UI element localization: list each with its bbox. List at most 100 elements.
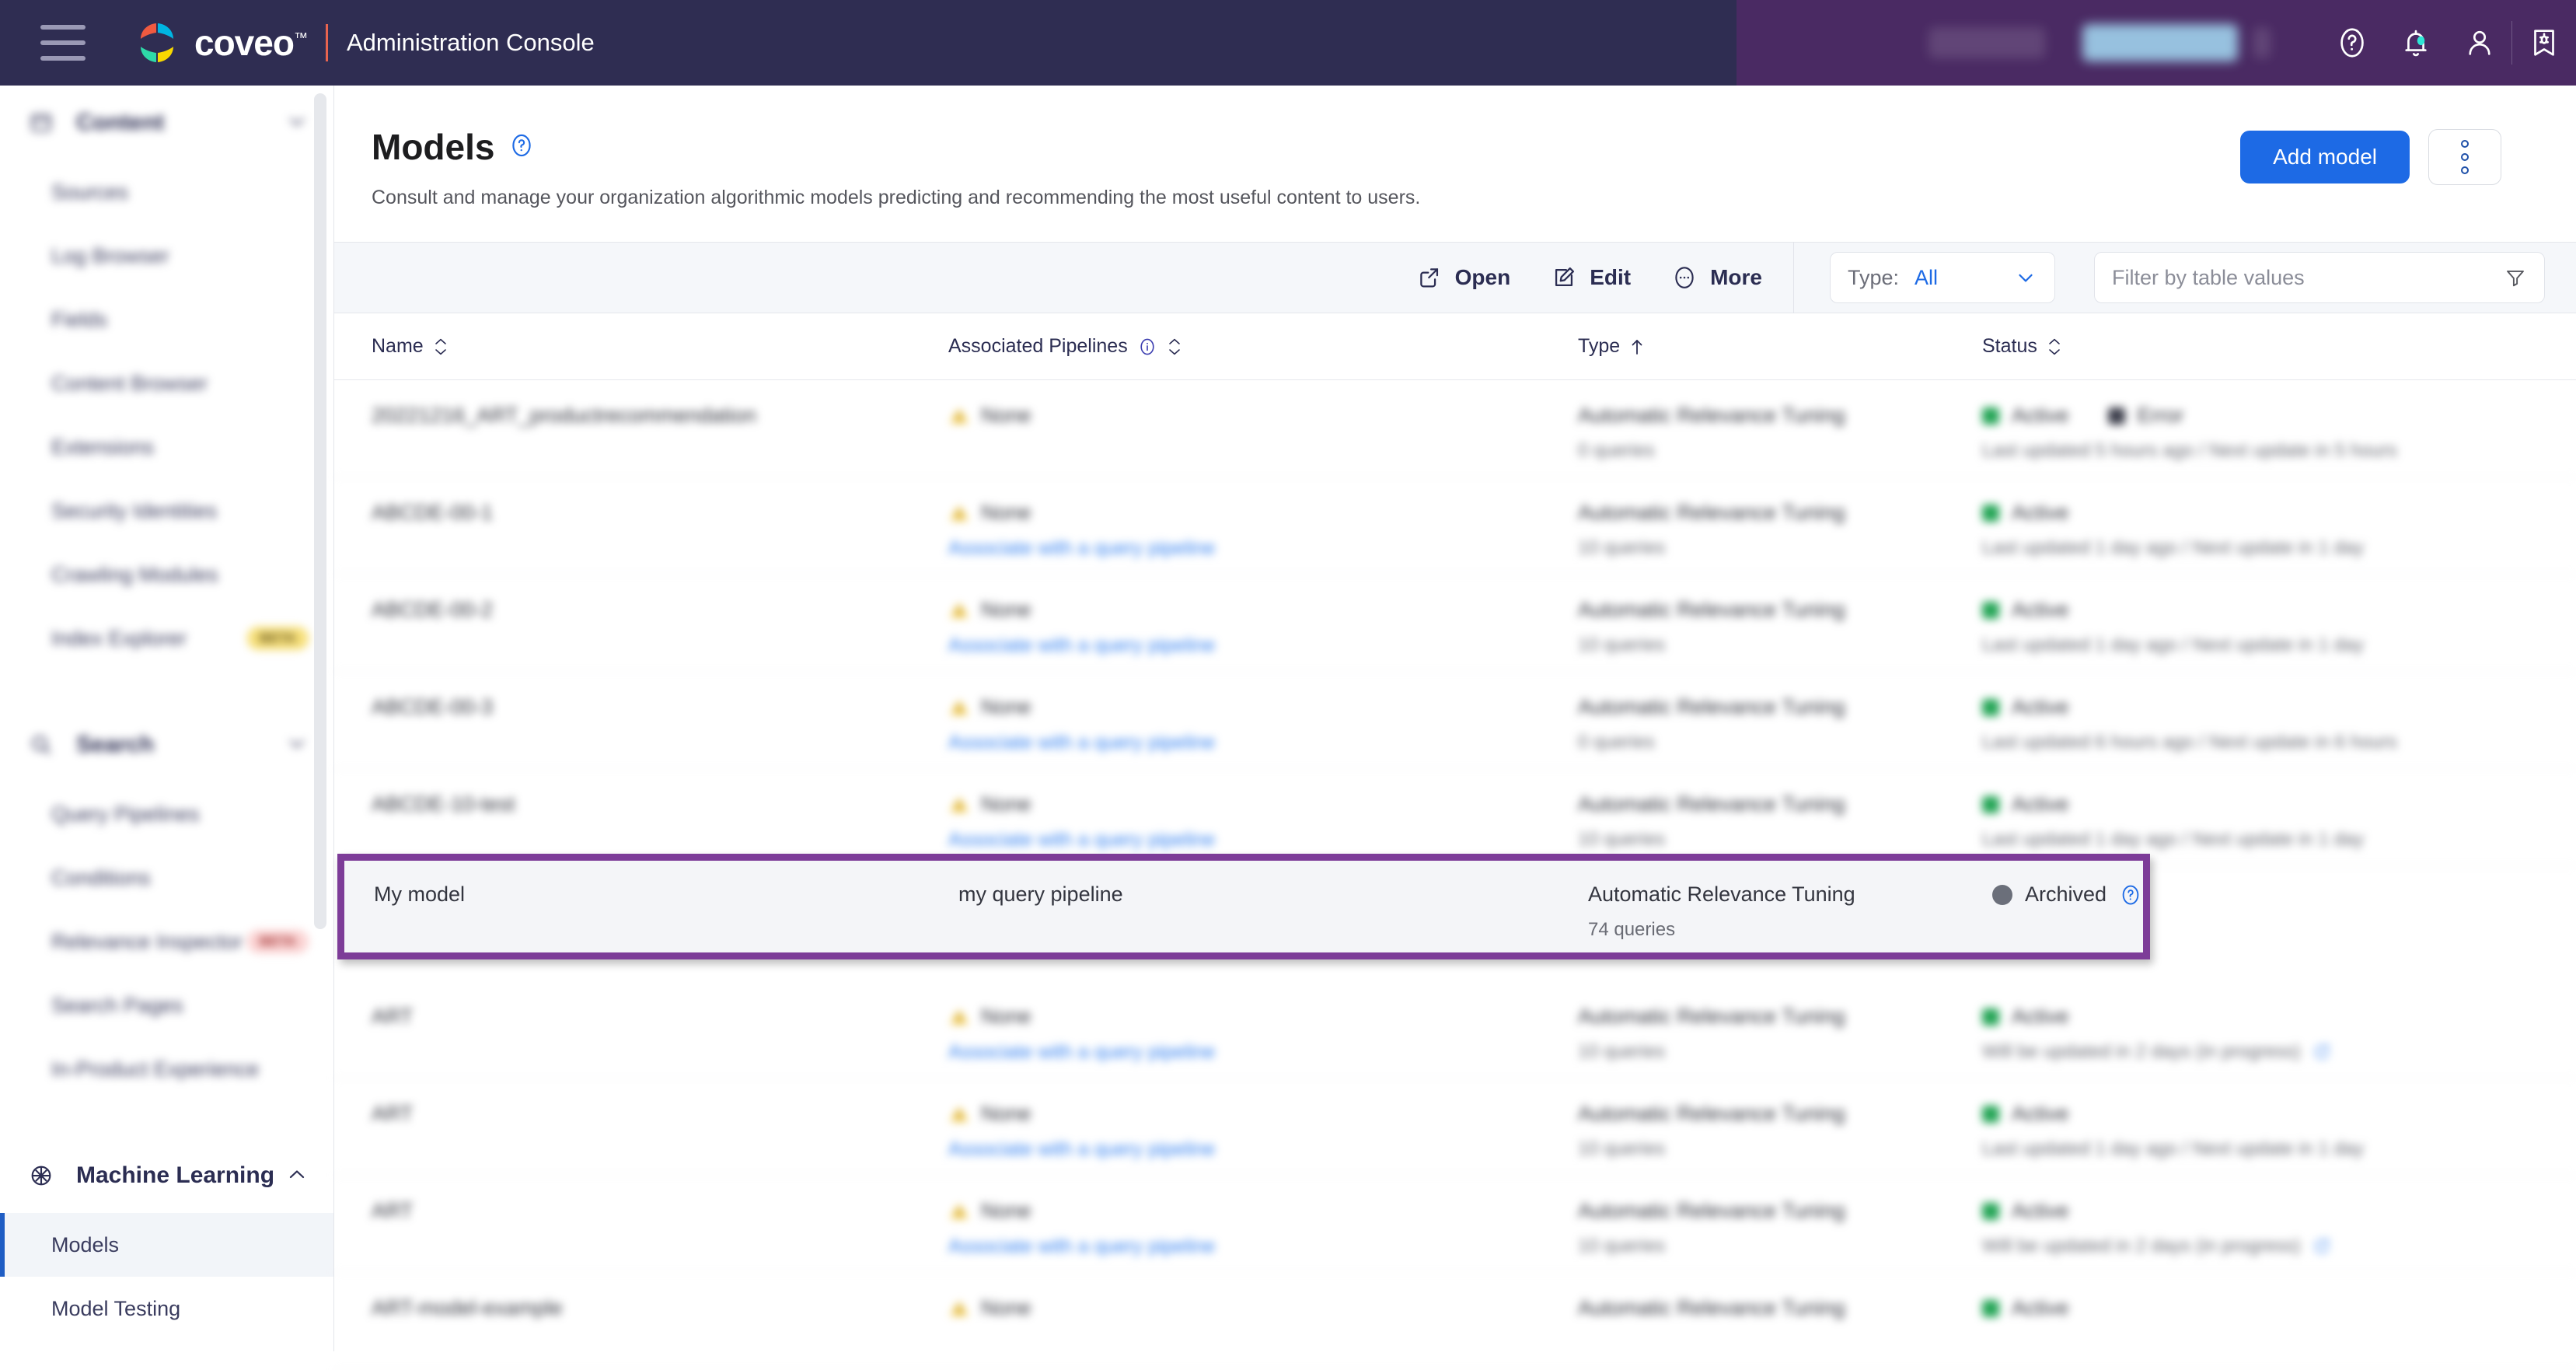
table-row[interactable]: ART-model-example None Automatic Relevance… <box>334 1273 2576 1370</box>
status-detail-text: Will be updated in 2 days (in progress) <box>1982 1235 2301 1256</box>
org-selector-blurred[interactable] <box>1929 27 2045 58</box>
associate-pipeline-link[interactable]: Associate with a query pipeline <box>948 634 1215 657</box>
sidebar-item-crawling-modules[interactable]: Crawling Modules <box>0 543 333 606</box>
info-icon[interactable] <box>1137 337 1157 357</box>
status-line: Active <box>1982 695 2576 719</box>
chevron-down-icon[interactable] <box>285 736 309 754</box>
warning-icon <box>950 505 969 520</box>
sort-toggle-icon[interactable] <box>2047 337 2062 356</box>
cell-associated-pipelines: None Associate with a query pipeline <box>948 1102 1578 1161</box>
status-detail: Last updated 1 day ago / Next update in … <box>1982 537 2576 559</box>
table-row[interactable]: My model my query pipeline Automatic Relev… <box>344 861 2143 952</box>
status-indicator-dot <box>1982 698 1999 716</box>
coveo-wordmark: coveo™ <box>194 23 308 63</box>
in-progress-refresh-icon[interactable] <box>2312 1236 2332 1256</box>
table-row[interactable]: ART None Associate with a query pipeline Au… <box>334 1176 2576 1273</box>
cell-name: ABCDE-00-1 <box>372 501 494 524</box>
cell-name: ART <box>372 1005 414 1028</box>
topbar-extra-blurred[interactable] <box>2253 27 2271 58</box>
page-more-options-button[interactable] <box>2428 129 2501 185</box>
page-help-icon[interactable] <box>508 132 535 163</box>
sidebar-item-relevance-inspector[interactable]: Relevance Inspector BETA <box>0 910 333 973</box>
status-label: Active <box>2012 404 2069 427</box>
filter-funnel-icon[interactable] <box>2504 266 2527 289</box>
open-button-label: Open <box>1454 265 1511 289</box>
sidebar-item-model-testing[interactable]: Model Testing <box>0 1277 333 1340</box>
feedback-bug-icon[interactable] <box>2512 0 2576 86</box>
sidebar-item-label: Fields <box>51 307 108 331</box>
status-detail: Last updated 6 hours ago / Next update i… <box>1982 732 2576 753</box>
table-row[interactable]: ABCDE-00-2 None Associate with a query pip… <box>334 575 2576 672</box>
cell-name: ABCDE-10-test <box>372 792 515 816</box>
sidebar-item-content-browser[interactable]: Content Browser <box>0 351 333 415</box>
sidebar-section-search[interactable]: Search <box>0 708 333 782</box>
hamburger-menu-icon[interactable] <box>40 25 86 61</box>
sidebar-item-conditions[interactable]: Conditions <box>0 846 333 910</box>
pipeline-value: None <box>981 501 1031 524</box>
notification-bell-icon[interactable] <box>2384 0 2448 86</box>
sort-toggle-icon[interactable] <box>1167 337 1182 356</box>
column-header-type[interactable]: Type <box>1578 335 1982 358</box>
table-row[interactable]: ABCDE-10-test None Associate with a query … <box>334 769 2576 866</box>
table-row[interactable]: ART None Associate with a query pipeline Au… <box>334 1078 2576 1176</box>
pipeline-none: None <box>948 598 1578 622</box>
status-indicator-dot <box>1982 1105 1999 1123</box>
sidebar-scrollbar[interactable] <box>314 93 326 929</box>
open-button[interactable]: Open <box>1416 264 1511 291</box>
main-content: Models Consult and manage your organizat… <box>334 86 2576 1370</box>
cell-associated-pipelines: None <box>948 404 1578 428</box>
associate-pipeline-link[interactable]: Associate with a query pipeline <box>948 1041 1215 1064</box>
chevron-up-icon[interactable] <box>285 1167 309 1185</box>
table-filter-input-wrap[interactable] <box>2094 252 2545 303</box>
in-progress-refresh-icon[interactable] <box>2312 1042 2332 1062</box>
add-model-button[interactable]: Add model <box>2240 131 2410 183</box>
sidebar-item-extensions[interactable]: Extensions <box>0 415 333 479</box>
user-account-icon[interactable] <box>2448 0 2511 86</box>
column-header-status[interactable]: Status <box>1982 335 2576 358</box>
sidebar-section-content[interactable]: Content <box>0 86 333 160</box>
sidebar-item-fields[interactable]: Fields <box>0 288 333 351</box>
pipeline-value: None <box>981 598 1031 621</box>
cell-associated-pipelines: None Associate with a query pipeline <box>948 1005 1578 1064</box>
sidebar-item-search-pages[interactable]: Search Pages <box>0 973 333 1037</box>
associate-pipeline-link[interactable]: Associate with a query pipeline <box>948 537 1215 560</box>
kebab-dot <box>2461 153 2469 161</box>
pipeline-none: None <box>948 1296 1578 1320</box>
table-row[interactable]: ABCDE-00-3 None Associate with a query pip… <box>334 672 2576 769</box>
sidebar-item-label: Models <box>51 1232 120 1256</box>
table-row[interactable]: ART None Associate with a query pipeline Au… <box>334 981 2576 1078</box>
sort-toggle-icon[interactable] <box>433 337 449 356</box>
environment-badge-blurred[interactable] <box>2082 24 2238 61</box>
more-button[interactable]: More <box>1671 264 1762 291</box>
sidebar-item-security-identities[interactable]: Security Identities <box>0 479 333 543</box>
associate-pipeline-link[interactable]: Associate with a query pipeline <box>948 1138 1215 1161</box>
sidebar-item-sources[interactable]: Sources <box>0 160 333 224</box>
coveo-logo[interactable]: coveo™ Administration Console <box>134 19 595 67</box>
column-header-associated-pipelines[interactable]: Associated Pipelines <box>948 335 1578 358</box>
table-row[interactable]: ABCDE-00-1 None Associate with a query pip… <box>334 477 2576 575</box>
chevron-down-icon[interactable] <box>285 114 309 132</box>
sidebar-item-index-explorer[interactable]: Index Explorer BETA <box>0 606 333 670</box>
sidebar-item-label: Search Pages <box>51 993 183 1017</box>
status-indicator-dot <box>1992 884 2012 905</box>
sidebar-section-machine-learning[interactable]: Machine Learning <box>0 1138 333 1213</box>
sidebar-item-query-pipelines[interactable]: Query Pipelines <box>0 782 333 846</box>
type-filter-dropdown[interactable]: Type: All <box>1830 252 2055 303</box>
pipeline-none: None <box>948 501 1578 525</box>
associate-pipeline-link[interactable]: Associate with a query pipeline <box>948 732 1215 754</box>
associate-pipeline-link[interactable]: Associate with a query pipeline <box>948 829 1215 851</box>
sort-ascending-icon[interactable] <box>1629 337 1645 357</box>
sidebar-navigation[interactable]: Content Sources Log Browser Fields Content B… <box>0 86 334 1351</box>
edit-button[interactable]: Edit <box>1551 264 1631 291</box>
sidebar-item-models[interactable]: Models <box>0 1213 333 1277</box>
sidebar-item-in-product-experience[interactable]: In-Product Experience <box>0 1037 333 1101</box>
table-filter-input[interactable] <box>2112 265 2504 290</box>
associate-pipeline-link[interactable]: Associate with a query pipeline <box>948 1235 1215 1258</box>
cell-name: ART <box>372 1199 414 1222</box>
table-row[interactable]: 20221216_ART_productrecommendation None Au… <box>334 380 2576 477</box>
status-help-icon[interactable] <box>2119 883 2142 907</box>
warning-icon <box>950 699 969 715</box>
column-header-name[interactable]: Name <box>334 335 948 358</box>
sidebar-item-log-browser[interactable]: Log Browser <box>0 224 333 288</box>
help-circle-icon[interactable] <box>2320 0 2384 86</box>
